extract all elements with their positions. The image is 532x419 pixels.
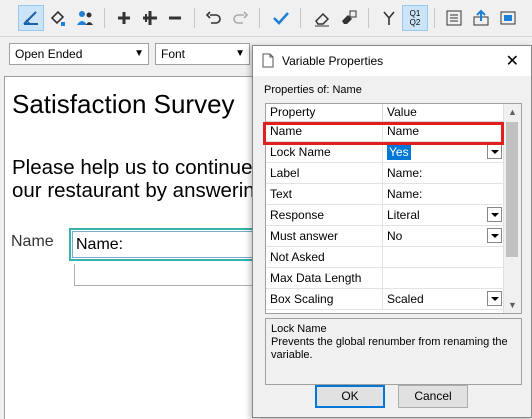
name-question-box[interactable]: Name: [69, 228, 269, 261]
header-property[interactable]: Property [266, 104, 383, 121]
property-row[interactable]: Label Name: [266, 163, 504, 184]
property-row[interactable]: Max Data Length [266, 268, 504, 289]
survey-canvas[interactable]: Satisfaction Survey Please help us to co… [4, 76, 274, 419]
survey-intro-line2: our restaurant by answering [12, 179, 267, 202]
variable-properties-dialog: Variable Properties ✕ Properties of: Nam… [252, 45, 532, 418]
close-icon[interactable]: ✕ [506, 51, 519, 71]
font-select[interactable]: Font ▼ [155, 43, 250, 65]
toolbar-separator [259, 8, 260, 28]
survey-intro-line1: Please help us to continue [12, 156, 253, 179]
property-value[interactable] [383, 247, 504, 267]
property-value[interactable]: Name: [383, 163, 504, 183]
scroll-up-icon[interactable]: ▲ [504, 104, 521, 120]
people-icon[interactable] [72, 5, 98, 31]
dialog-title: Variable Properties [282, 54, 384, 68]
add-icon[interactable] [111, 5, 137, 31]
property-value[interactable]: Yes [383, 142, 504, 162]
select-tool-icon[interactable] [18, 5, 44, 31]
question-type-value: Open Ended [15, 47, 83, 61]
property-value[interactable]: Scaled [383, 289, 504, 309]
scroll-thumb[interactable] [506, 122, 518, 257]
list-icon[interactable] [441, 5, 467, 31]
question-order-top: Q1 [409, 9, 421, 18]
branch-icon[interactable] [376, 5, 402, 31]
grid-header: Property Value [266, 104, 504, 122]
grid-scrollbar[interactable]: ▲ ▼ [503, 104, 521, 313]
toolbar-separator [434, 8, 435, 28]
export-icon[interactable] [495, 5, 521, 31]
font-value: Font [161, 47, 186, 61]
document-icon [262, 53, 274, 68]
dropdown-arrow-icon[interactable] [487, 291, 502, 306]
check-icon[interactable] [268, 5, 294, 31]
property-description: Lock Name Prevents the global renumber f… [265, 318, 522, 385]
selected-value[interactable]: Yes [387, 144, 411, 160]
ok-button[interactable]: OK [315, 385, 385, 408]
toolbar-separator [300, 8, 301, 28]
property-name[interactable]: Not Asked [266, 247, 383, 267]
property-row[interactable]: Lock Name Yes [266, 142, 504, 163]
property-name[interactable]: Max Data Length [266, 268, 383, 288]
properties-of-label: Properties of: Name [264, 84, 362, 96]
property-value[interactable]: No [383, 226, 504, 246]
chevron-down-icon: ▼ [134, 48, 144, 59]
undo-icon[interactable] [201, 5, 227, 31]
fill-format-icon[interactable] [45, 5, 71, 31]
property-name[interactable]: Box Scaling [266, 289, 383, 309]
dropdown-arrow-icon[interactable] [487, 207, 502, 222]
scroll-down-icon[interactable]: ▼ [504, 297, 521, 313]
property-name[interactable]: Response [266, 205, 383, 225]
chevron-down-icon: ▼ [235, 48, 245, 59]
property-row[interactable]: Text Name: [266, 184, 504, 205]
description-text: Prevents the global renumber from renami… [271, 336, 508, 361]
property-value[interactable] [383, 268, 504, 288]
survey-title: Satisfaction Survey [12, 89, 235, 119]
remove-icon[interactable] [162, 5, 188, 31]
property-value[interactable]: Literal [383, 205, 504, 225]
name-answer-field[interactable]: Name: [72, 231, 266, 258]
upload-icon[interactable] [468, 5, 494, 31]
toolbar-separator [368, 8, 369, 28]
dropdown-arrow-icon[interactable] [487, 144, 502, 159]
answer-box-outline [74, 264, 274, 286]
property-value[interactable]: Name: [383, 184, 504, 204]
property-row[interactable]: Response Literal [266, 205, 504, 226]
erase-icon[interactable] [309, 5, 335, 31]
dialog-titlebar[interactable]: Variable Properties ✕ [253, 46, 531, 76]
question-type-select[interactable]: Open Ended ▼ [9, 43, 149, 65]
property-row[interactable]: Must answer No [266, 226, 504, 247]
main-toolbar: Q1 Q2 [0, 0, 532, 37]
highlight-annotation [263, 122, 504, 145]
property-name[interactable]: Must answer [266, 226, 383, 246]
question-order-icon[interactable]: Q1 Q2 [402, 5, 428, 31]
property-name[interactable]: Lock Name [266, 142, 383, 162]
toolbar-separator [104, 8, 105, 28]
dropdown-arrow-icon[interactable] [487, 228, 502, 243]
cancel-button[interactable]: Cancel [398, 385, 468, 408]
property-name[interactable]: Label [266, 163, 383, 183]
property-row[interactable]: Box Scaling Scaled [266, 289, 504, 310]
toolbar-separator [194, 8, 195, 28]
add-multiple-icon[interactable] [137, 5, 163, 31]
question-label[interactable]: Name [11, 233, 54, 251]
redo-icon[interactable] [227, 5, 253, 31]
property-name[interactable]: Text [266, 184, 383, 204]
property-row[interactable]: Not Asked [266, 247, 504, 268]
survey-intro-text: Please help us to continue our restauran… [12, 156, 266, 202]
question-order-bottom: Q2 [409, 18, 421, 27]
description-title: Lock Name [271, 323, 327, 335]
eraser-multi-icon[interactable] [335, 5, 361, 31]
header-value[interactable]: Value [383, 104, 504, 121]
